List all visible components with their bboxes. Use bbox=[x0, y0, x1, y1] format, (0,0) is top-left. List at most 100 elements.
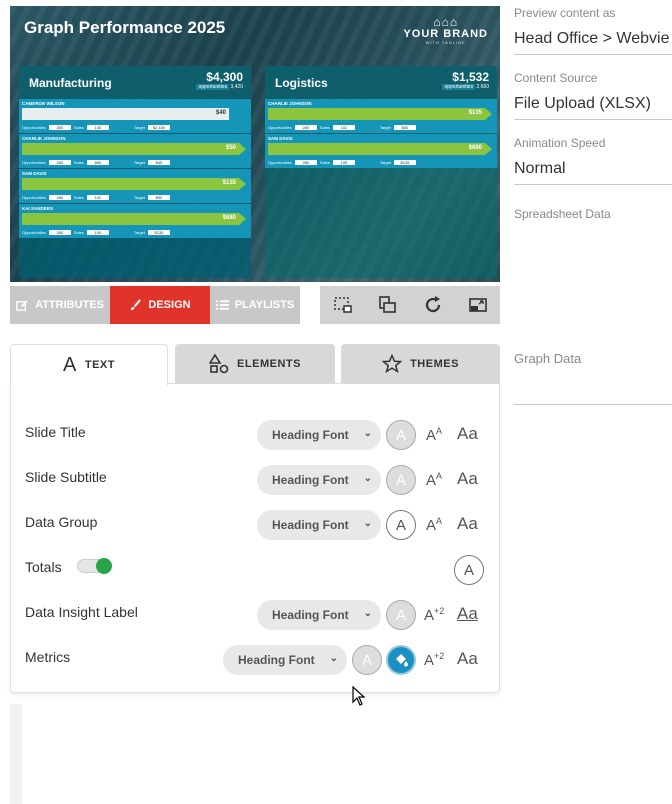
chevron-down-icon: ⌄ bbox=[329, 653, 338, 664]
text-color-button[interactable]: A bbox=[386, 510, 416, 540]
row-amount: $40 bbox=[215, 110, 226, 116]
row-metrics: Opportunities 280 Sales 105 Target $135 bbox=[268, 160, 487, 165]
toggle-knob bbox=[96, 558, 112, 574]
font-size-icon[interactable]: AA bbox=[426, 516, 442, 534]
opportunities-label: opportunities bbox=[196, 84, 230, 90]
data-row: CAMERON WILSON $40 Opportunities 280 Sales 13… bbox=[19, 99, 251, 133]
metric-label: Sales bbox=[319, 160, 330, 165]
animation-speed-field[interactable]: Animation Speed Normal bbox=[514, 136, 672, 185]
slide-preview[interactable]: Graph Performance 2025 ⌂⌂⌂ YOUR BRAND WI… bbox=[10, 6, 500, 282]
font-size-plus-icon[interactable]: A+2 bbox=[424, 651, 444, 669]
metric-value: 280 bbox=[294, 125, 317, 130]
font-select[interactable]: Heading Font ⌄ bbox=[257, 465, 381, 495]
row-amount: $680 bbox=[468, 145, 482, 151]
tab-text-label: TEXT bbox=[84, 359, 115, 371]
data-row: CHARLIE JOHNSON $50 Opportunities 280 Sales 8… bbox=[19, 134, 251, 168]
edit-icon bbox=[16, 299, 28, 311]
group-total: $4,300 bbox=[206, 70, 243, 84]
text-color-button[interactable]: A bbox=[386, 420, 416, 450]
brand-mark-icon: ⌂⌂⌂ bbox=[433, 15, 459, 29]
chevron-down-icon: ⌄ bbox=[363, 518, 372, 529]
resize-button[interactable] bbox=[466, 293, 490, 317]
row-metrics: Opportunities 280 Sales 135 Target $2,450 bbox=[22, 125, 241, 130]
size-plus: +2 bbox=[434, 651, 445, 661]
tab-design[interactable]: DESIGN bbox=[110, 286, 210, 324]
preview-as-field[interactable]: Preview content as Head Office > Webvie bbox=[514, 6, 672, 55]
star-icon bbox=[382, 354, 403, 374]
text-case-icon[interactable]: Aa bbox=[457, 424, 478, 444]
field-underline bbox=[514, 184, 672, 185]
metric-value: 850 bbox=[86, 160, 109, 165]
refresh-icon bbox=[425, 296, 440, 313]
tab-attributes[interactable]: ATTRIBUTES bbox=[10, 286, 110, 324]
metric-value: 105 bbox=[86, 230, 109, 235]
text-case-icon[interactable]: Aa bbox=[457, 649, 478, 669]
font-select[interactable]: Heading Font ⌄ bbox=[257, 600, 381, 630]
font-size-plus-icon[interactable]: A+2 bbox=[424, 606, 444, 624]
totals-toggle[interactable] bbox=[77, 558, 112, 574]
text-color-button[interactable]: A bbox=[454, 555, 484, 585]
field-value: Head Office > Webvie bbox=[514, 30, 670, 47]
bar-arrow-icon bbox=[239, 178, 246, 190]
tab-elements[interactable]: ELEMENTS bbox=[175, 344, 335, 384]
row-bar: $135 bbox=[22, 178, 239, 190]
metric-label: Opportunities bbox=[22, 195, 46, 200]
metric-value: $135 bbox=[393, 160, 416, 165]
group-name: Logistics bbox=[275, 76, 328, 90]
content-source-field[interactable]: Content Source File Upload (XLSX) bbox=[514, 71, 672, 120]
text-color-button[interactable]: A bbox=[352, 645, 382, 675]
tab-text[interactable]: A TEXT bbox=[10, 344, 168, 385]
font-select-value: Heading Font bbox=[238, 653, 315, 667]
setting-row-slide-subtitle: Slide Subtitle Heading Font ⌄ A AA Aa bbox=[11, 465, 501, 501]
size-sup: A bbox=[436, 471, 443, 481]
row-name: CHARLIE JOHNSON bbox=[268, 101, 312, 106]
row-metrics: Opportunities 280 Sales 102 Target $50 bbox=[268, 125, 487, 130]
text-case-icon[interactable]: Aa bbox=[457, 514, 478, 534]
bar-arrow-icon bbox=[485, 143, 492, 155]
field-underline bbox=[514, 54, 672, 55]
font-select[interactable]: Heading Font ⌄ bbox=[257, 510, 381, 540]
field-underline bbox=[514, 119, 672, 120]
font-select-value: Heading Font bbox=[272, 518, 349, 532]
brand-logo: ⌂⌂⌂ YOUR BRAND WITH TAGLINE bbox=[403, 16, 488, 45]
fill-color-button[interactable] bbox=[386, 645, 416, 675]
font-size-icon[interactable]: AA bbox=[426, 471, 442, 489]
metric-value: $135 bbox=[147, 230, 170, 235]
metric-value: $40 bbox=[147, 160, 170, 165]
metric-label: Target bbox=[133, 230, 145, 235]
text-case-icon[interactable]: Aa bbox=[457, 604, 478, 624]
font-select[interactable]: Heading Font ⌄ bbox=[257, 420, 381, 450]
bar-arrow-icon bbox=[239, 213, 246, 225]
setting-label: Totals bbox=[25, 559, 62, 575]
preview-toolbar bbox=[320, 286, 500, 324]
field-label: Graph Data bbox=[514, 351, 582, 366]
crop-screenshot-button[interactable] bbox=[331, 293, 355, 317]
metric-label: Target bbox=[379, 125, 391, 130]
group-opportunities: opportunities 2,660 bbox=[442, 84, 489, 90]
graph-data-field[interactable]: Graph Data bbox=[514, 351, 672, 405]
font-size-icon[interactable]: AA bbox=[426, 426, 442, 444]
metric-label: Sales bbox=[73, 125, 84, 130]
bar-arrow-icon bbox=[485, 108, 492, 120]
opportunities-value: 3,420 bbox=[230, 84, 243, 90]
tab-themes[interactable]: THEMES bbox=[341, 344, 500, 384]
font-select[interactable]: Heading Font ⌄ bbox=[223, 645, 347, 675]
setting-label: Data Insight Label bbox=[25, 604, 138, 620]
text-color-button[interactable]: A bbox=[386, 465, 416, 495]
field-label: Preview content as bbox=[514, 6, 616, 20]
layers-button[interactable] bbox=[376, 293, 400, 317]
metric-value: $50 bbox=[393, 125, 416, 130]
text-case-icon[interactable]: Aa bbox=[457, 469, 478, 489]
refresh-button[interactable] bbox=[421, 293, 445, 317]
spreadsheet-data-field[interactable]: Spreadsheet Data bbox=[514, 207, 672, 221]
tab-playlists[interactable]: PLAYLISTS bbox=[210, 286, 300, 324]
metric-value: 280 bbox=[294, 160, 317, 165]
text-color-button[interactable]: A bbox=[386, 600, 416, 630]
group-header: Manufacturing $4,300 opportunities 3,420 bbox=[19, 66, 251, 98]
list-icon bbox=[215, 300, 229, 310]
group-total: $1,532 bbox=[452, 70, 489, 84]
shapes-icon bbox=[209, 354, 229, 374]
size-glyph: A bbox=[426, 427, 437, 444]
mode-tabs: ATTRIBUTES DESIGN PLAYLISTS bbox=[10, 286, 300, 324]
text-icon: A bbox=[63, 353, 77, 376]
